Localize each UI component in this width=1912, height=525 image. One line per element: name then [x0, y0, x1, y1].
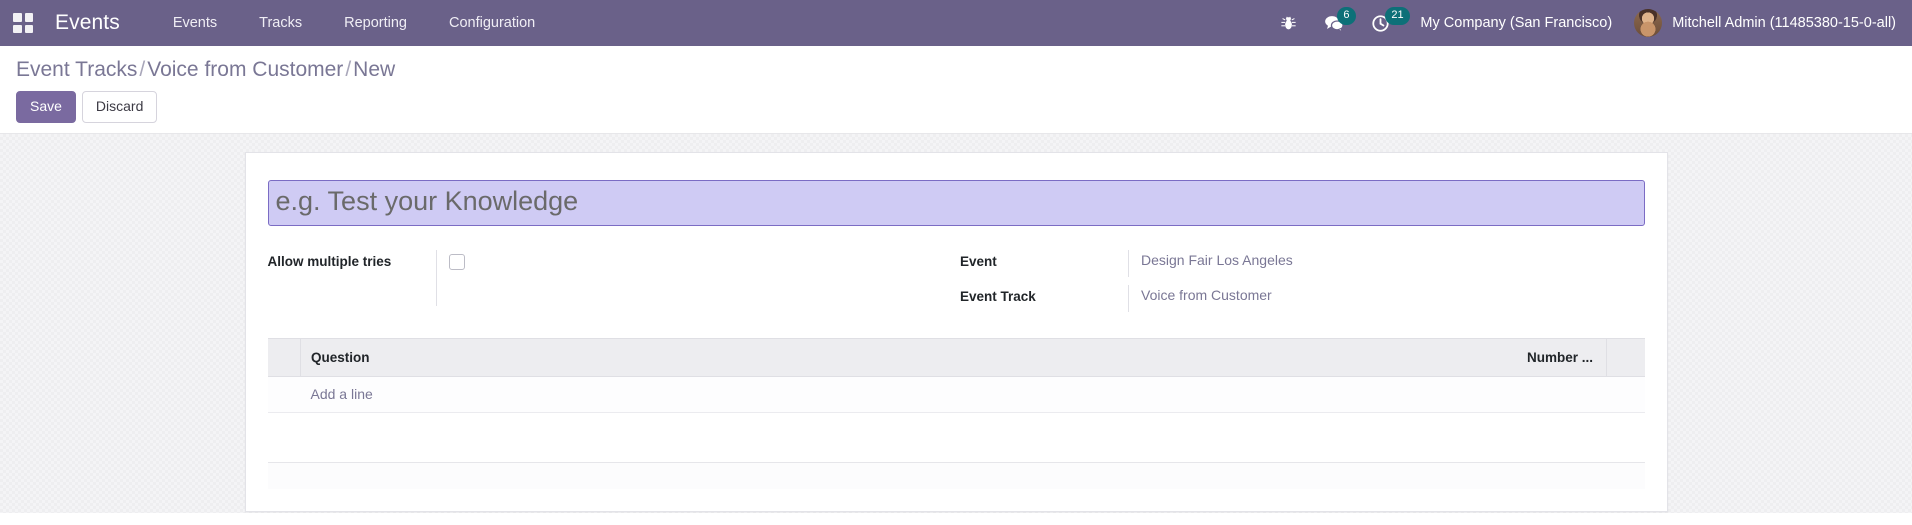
field-event-track: Event Track Voice from Customer [960, 281, 1645, 316]
apps-grid-square [24, 24, 33, 33]
event-track-link[interactable]: Voice from Customer [1141, 287, 1272, 303]
field-allow-multiple-tries: Allow multiple tries [268, 246, 957, 310]
form-sheet: Allow multiple tries Event Design Fair L… [244, 152, 1668, 513]
apps-grid-square [24, 13, 33, 22]
navbar-right-tools: 6 21 My Company (San Francisco) Mitchell… [1267, 0, 1896, 46]
field-label-allow-multiple-tries: Allow multiple tries [267, 253, 392, 269]
user-menu[interactable]: Mitchell Admin (11485380-15-0-all) [1634, 9, 1896, 37]
questions-table: Question Number ... Add a line [267, 337, 1645, 413]
messages-badge: 6 [1337, 7, 1356, 25]
field-label-event: Event [960, 253, 997, 269]
save-button[interactable]: Save [16, 91, 76, 124]
control-panel: Event Tracks/Voice from Customer/New Sav… [0, 46, 1912, 135]
breadcrumb: Event Tracks/Voice from Customer/New [16, 57, 1896, 82]
menu-item-events[interactable]: Events [152, 0, 238, 46]
field-value-allow-multiple-tries [435, 249, 957, 306]
bug-icon[interactable] [1280, 0, 1297, 46]
apps-grid-square [13, 13, 22, 22]
allow-multiple-tries-checkbox[interactable] [448, 254, 465, 271]
table-header-row: Question Number ... [267, 337, 1645, 377]
row-gutter-cell [267, 376, 301, 413]
column-header-question[interactable]: Question [300, 337, 1517, 377]
form-group-right: Event Design Fair Los Angeles Event Trac… [956, 246, 1645, 316]
field-label-event-track: Event Track [960, 288, 1036, 304]
apps-grid-square [13, 24, 22, 33]
messages-icon[interactable]: 6 [1323, 0, 1356, 46]
column-header-number[interactable]: Number ... [1516, 337, 1607, 377]
form-field-groups: Allow multiple tries Event Design Fair L… [268, 246, 1645, 316]
column-header-trailing [1606, 337, 1645, 377]
track-title-input[interactable] [267, 180, 1645, 226]
apps-grid-icon[interactable] [10, 10, 36, 36]
field-value-event-track: Voice from Customer [1128, 284, 1645, 312]
questions-list-footer [267, 412, 1645, 463]
breadcrumb-separator: / [139, 58, 146, 81]
activities-badge: 21 [1385, 7, 1410, 25]
add-a-line-link[interactable]: Add a line [311, 386, 373, 402]
breadcrumb-separator: / [345, 58, 352, 81]
questions-list: Question Number ... Add a line [267, 337, 1645, 489]
menu-item-reporting[interactable]: Reporting [323, 0, 428, 46]
event-link[interactable]: Design Fair Los Angeles [1141, 252, 1293, 268]
add-line-cell: Add a line [300, 376, 1645, 413]
company-switcher[interactable]: My Company (San Francisco) [1420, 15, 1612, 31]
questions-table-body: Add a line [267, 376, 1645, 413]
breadcrumb-item-event-tracks[interactable]: Event Tracks [16, 58, 137, 81]
app-brand-events[interactable]: Events [55, 11, 120, 35]
breadcrumb-item-voice-from-customer[interactable]: Voice from Customer [147, 58, 343, 81]
field-value-event: Design Fair Los Angeles [1128, 249, 1645, 277]
main-menu: Events Tracks Reporting Configuration [152, 0, 556, 46]
avatar [1634, 9, 1663, 37]
menu-item-tracks[interactable]: Tracks [238, 0, 323, 46]
field-event: Event Design Fair Los Angeles [960, 246, 1645, 281]
form-action-buttons: Save Discard [16, 91, 1896, 124]
column-header-gutter [267, 337, 301, 377]
activities-clock-icon[interactable]: 21 [1371, 0, 1410, 46]
sheet-bottom-area [267, 462, 1645, 489]
menu-item-configuration[interactable]: Configuration [428, 0, 556, 46]
form-background: Allow multiple tries Event Design Fair L… [0, 134, 1912, 514]
questions-table-head: Question Number ... [267, 337, 1645, 377]
user-name: Mitchell Admin (11485380-15-0-all) [1672, 15, 1896, 31]
add-line-row: Add a line [267, 376, 1645, 413]
breadcrumb-item-new: New [353, 58, 396, 81]
discard-button[interactable]: Discard [81, 91, 158, 124]
top-navbar: Events Events Tracks Reporting Configura… [0, 0, 1912, 46]
form-group-left: Allow multiple tries [268, 246, 957, 316]
